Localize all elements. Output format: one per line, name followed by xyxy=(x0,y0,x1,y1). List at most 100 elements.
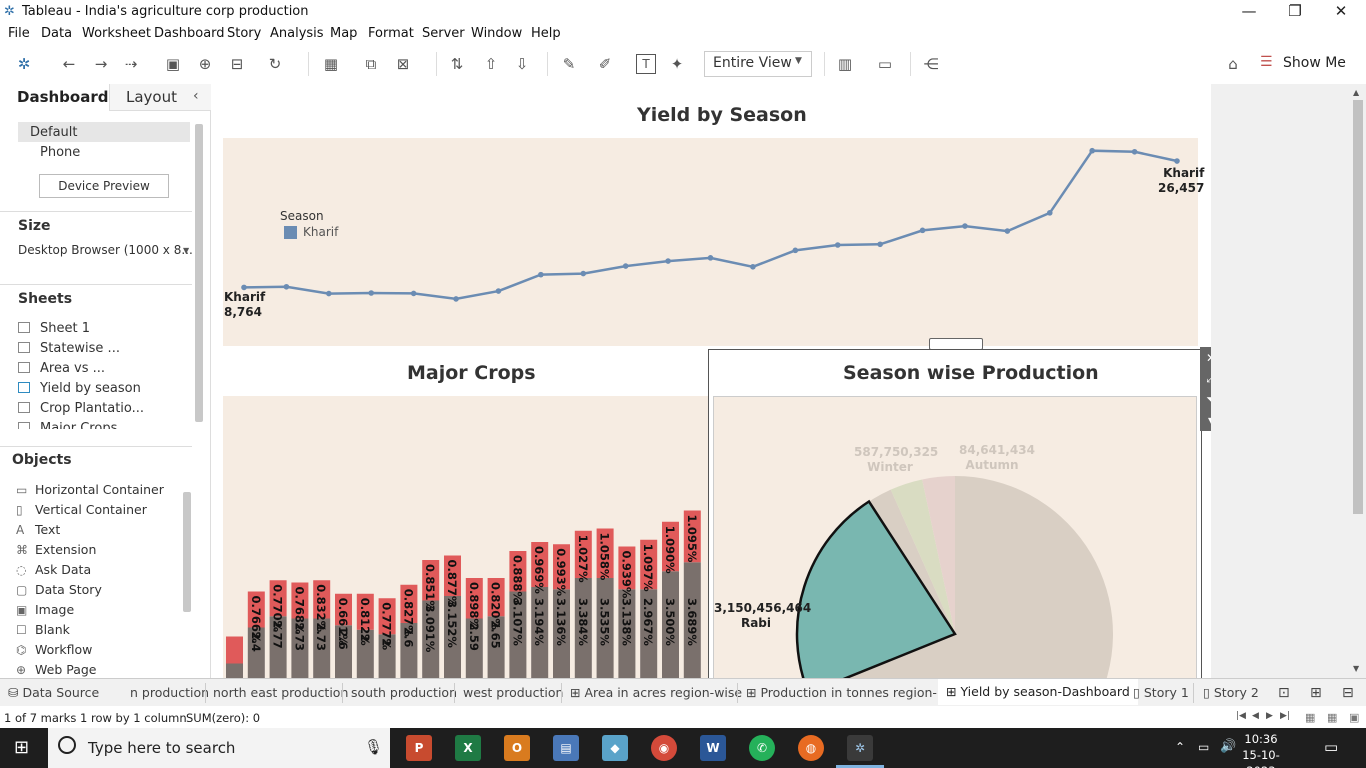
sort-ascending-icon[interactable]: ⇧ xyxy=(480,54,502,74)
volume-icon[interactable]: 🔊 xyxy=(1220,739,1236,754)
object-extension[interactable]: ⌘ Extension xyxy=(16,542,96,557)
sort-descending-icon[interactable]: ⇩ xyxy=(511,54,533,74)
share-icon[interactable]: ⋲ xyxy=(920,54,942,74)
fit-select[interactable]: Entire View ▼ xyxy=(704,51,812,77)
pin-icon[interactable]: ✦ xyxy=(666,54,688,74)
cards-icon[interactable]: ▥ xyxy=(834,54,856,74)
minimize-icon[interactable]: — xyxy=(1226,0,1272,24)
next-tab-icon[interactable]: ▶ xyxy=(1266,711,1273,721)
device-phone[interactable]: Phone xyxy=(40,145,80,160)
whatsapp-icon[interactable]: ✆ xyxy=(749,735,775,761)
chrome-icon[interactable]: ◉ xyxy=(651,735,677,761)
tab-n-production[interactable]: n production xyxy=(130,685,209,700)
tab-data-source[interactable]: ⛁ Data Source xyxy=(8,685,99,700)
object-data-story[interactable]: ▢ Data Story xyxy=(16,582,102,597)
menu-dashboard[interactable]: Dashboard xyxy=(154,26,225,41)
excel-icon[interactable]: X xyxy=(455,735,481,761)
object-ask-data[interactable]: ◌ Ask Data xyxy=(16,562,91,577)
device-preview-button[interactable]: Device Preview xyxy=(39,174,169,198)
menu-worksheet[interactable]: Worksheet xyxy=(82,26,151,41)
sheet-item[interactable]: Statewise ... xyxy=(18,341,120,356)
swap-icon[interactable]: ⇅ xyxy=(446,54,468,74)
redo-icon[interactable]: → xyxy=(90,54,112,74)
menu-file[interactable]: File xyxy=(8,26,30,41)
replay-icon[interactable]: ⇢ xyxy=(120,54,142,74)
microphone-icon[interactable]: 🎙 xyxy=(364,738,383,756)
menu-help[interactable]: Help xyxy=(531,26,561,41)
new-datasource-icon[interactable]: ⊕ xyxy=(194,54,216,74)
notification-icon[interactable]: ▭ xyxy=(1324,738,1338,756)
show-labels-icon[interactable]: T xyxy=(636,54,656,74)
app-icon[interactable]: ◆ xyxy=(602,735,628,761)
scroll-thumb[interactable] xyxy=(1353,100,1363,514)
paperclip-icon[interactable]: ✐ xyxy=(594,54,616,74)
refresh-icon[interactable]: ↻ xyxy=(264,54,286,74)
tab-area-in-acres[interactable]: ⊞ Area in acres region-wise xyxy=(570,685,742,700)
firefox-icon[interactable]: ◍ xyxy=(798,735,824,761)
menu-analysis[interactable]: Analysis xyxy=(270,26,324,41)
new-story-tab-icon[interactable]: ⊟ xyxy=(1342,685,1354,701)
sheet-item[interactable]: Sheet 1 xyxy=(18,321,90,336)
sheet-item[interactable]: Yield by season xyxy=(18,381,141,396)
pause-updates-icon[interactable]: ⊟ xyxy=(226,54,248,74)
sheet-item[interactable]: Area vs ... xyxy=(18,361,105,376)
show-me-button[interactable]: ☰ Show Me xyxy=(1260,52,1360,76)
tab-south-production[interactable]: south production xyxy=(351,685,457,700)
menu-data[interactable]: Data xyxy=(41,26,72,41)
tab-north-east-production[interactable]: north east production xyxy=(213,685,348,700)
new-worksheet-icon[interactable]: ▦ xyxy=(320,54,342,74)
presentation-icon[interactable]: ▭ xyxy=(874,54,896,74)
close-icon[interactable]: ✕ xyxy=(1318,0,1364,24)
tab-production-in-tonnes[interactable]: ⊞ Production in tonnes region-... xyxy=(746,685,949,700)
menu-story[interactable]: Story xyxy=(227,26,261,41)
tab-yield-by-season-dashboard[interactable]: ⊞ Yield by season-Dashboard xyxy=(938,679,1138,705)
tab-west-production[interactable]: west production xyxy=(463,685,563,700)
powerpoint-icon[interactable]: P xyxy=(406,735,432,761)
format-painter-icon[interactable]: ⌂ xyxy=(1222,54,1244,74)
undo-icon[interactable]: ← xyxy=(58,54,80,74)
word-icon[interactable]: W xyxy=(700,735,726,761)
scroll-down-icon[interactable]: ▼ xyxy=(1353,664,1359,673)
crops-chart[interactable]: 0.766% 2.4 0.770% 2.77 0.768% 2.73 0.832% 2.73 0… xyxy=(223,396,713,678)
sheet-item[interactable]: Crop Plantatio... xyxy=(18,401,144,416)
tab-view-icon[interactable]: ▣ xyxy=(1349,711,1359,724)
object-horizontal-container[interactable]: ▭ Horizontal Container xyxy=(16,482,164,497)
size-select[interactable]: Desktop Browser (1000 x 8... xyxy=(18,243,193,257)
tableau-taskbar-icon[interactable]: ✲ xyxy=(847,735,873,761)
tab-story-2[interactable]: ▯ Story 2 xyxy=(1203,685,1259,700)
new-worksheet-tab-icon[interactable]: ⊡ xyxy=(1278,685,1290,701)
object-web-page[interactable]: ⊕ Web Page xyxy=(16,662,97,677)
film-strip-icon[interactable]: ▦ xyxy=(1305,711,1315,724)
tab-dashboard[interactable]: Dashboard xyxy=(17,88,108,106)
object-text[interactable]: A Text xyxy=(16,522,60,537)
object-image[interactable]: ▣ Image xyxy=(16,602,74,617)
tableau-home-icon[interactable]: ✲ xyxy=(13,54,35,74)
object-workflow[interactable]: ⌬ Workflow xyxy=(16,642,92,657)
object-blank[interactable]: ☐ Blank xyxy=(16,622,70,637)
season-production-panel[interactable]: Season wise Production 587,750,325 Winter… xyxy=(708,349,1202,678)
restore-icon[interactable]: ❐ xyxy=(1272,0,1318,24)
windows-start-icon[interactable]: ⊞ xyxy=(14,738,34,758)
menu-map[interactable]: Map xyxy=(330,26,357,41)
menu-format[interactable]: Format xyxy=(368,26,414,41)
highlight-icon[interactable]: ✎ xyxy=(558,54,580,74)
tab-layout[interactable]: Layout xyxy=(126,88,177,106)
notepad-icon[interactable]: ▤ xyxy=(553,735,579,761)
tray-chevron-icon[interactable]: ⌃ xyxy=(1175,740,1185,754)
menu-server[interactable]: Server xyxy=(422,26,465,41)
size-chevron-icon[interactable]: ▼ xyxy=(183,246,189,255)
prev-tab-icon[interactable]: ◀ xyxy=(1252,711,1259,721)
panel-scrollbar[interactable] xyxy=(195,124,203,422)
pie-chart[interactable]: 587,750,325 Winter 84,641,434 Autumn 3,150… xyxy=(713,396,1197,678)
collapse-panel-icon[interactable]: ‹ xyxy=(193,88,199,104)
first-tab-icon[interactable]: |◀ xyxy=(1236,711,1246,721)
objects-scrollbar[interactable] xyxy=(183,492,191,612)
object-vertical-container[interactable]: ▯ Vertical Container xyxy=(16,502,147,517)
save-icon[interactable]: ▣ xyxy=(162,54,184,74)
grid-view-icon[interactable]: ▦ xyxy=(1327,711,1337,724)
clear-sheet-icon[interactable]: ⊠ xyxy=(392,54,414,74)
canvas-scrollbar[interactable]: ▲ ▼ xyxy=(1350,84,1366,678)
taskbar-search[interactable]: Type here to search 🎙 xyxy=(48,728,390,768)
battery-icon[interactable]: ▭ xyxy=(1198,740,1209,754)
duplicate-icon[interactable]: ⧉ xyxy=(360,54,382,74)
